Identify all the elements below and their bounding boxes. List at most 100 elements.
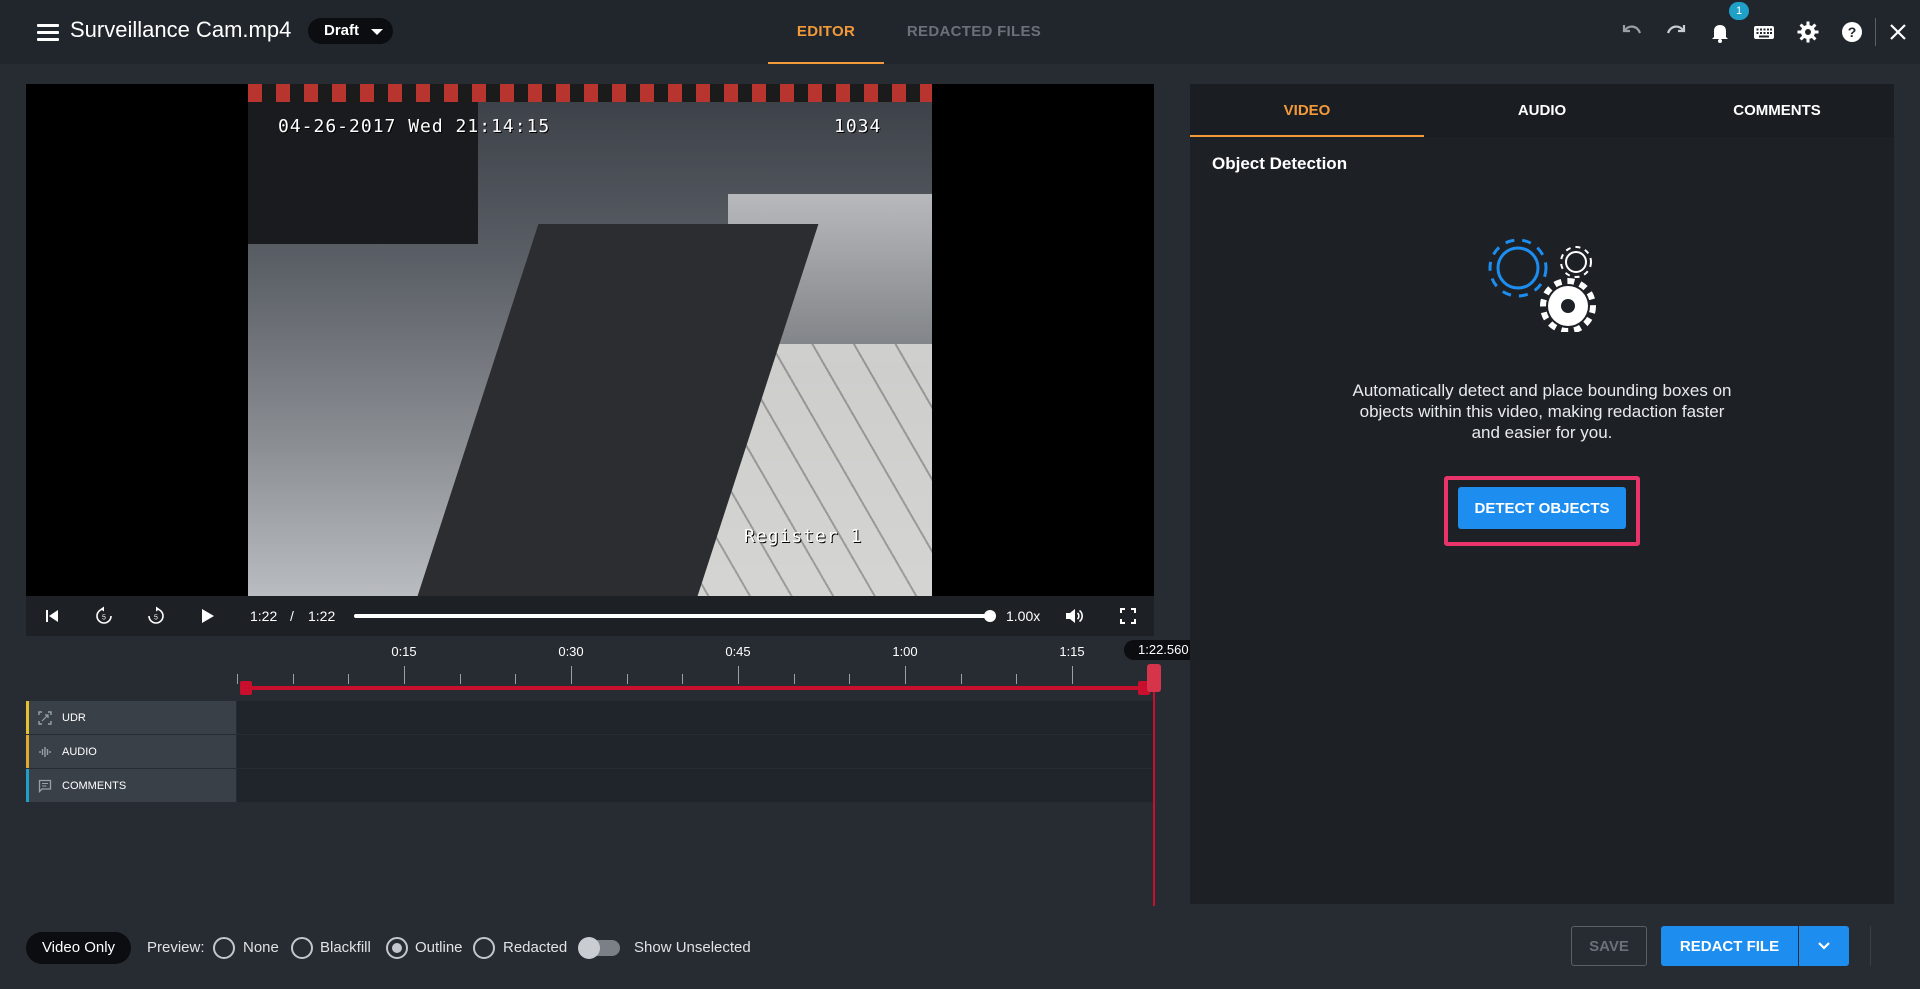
preview-radio-redacted[interactable] (473, 937, 495, 959)
udr-icon (38, 710, 52, 725)
video-scene-wall (248, 84, 478, 244)
track-accent (26, 769, 29, 802)
progress-bar[interactable] (354, 610, 996, 622)
detection-panel: VIDEO AUDIO COMMENTS Object Detection Au… (1190, 84, 1894, 904)
selection-range-bar[interactable] (242, 686, 1148, 690)
tab-redacted-files[interactable]: REDACTED FILES (900, 0, 1048, 64)
track-label-udr: UDR (26, 701, 236, 734)
timeline-tick (292, 674, 294, 684)
tab-editor[interactable]: EDITOR (768, 0, 884, 64)
playhead-line (1153, 668, 1155, 906)
play-icon[interactable] (196, 604, 220, 628)
redact-file-button[interactable]: REDACT FILE (1661, 926, 1798, 966)
timeline-tick (515, 674, 517, 684)
playback-speed[interactable]: 1.00x (1006, 608, 1040, 624)
file-title: Surveillance Cam.mp4 (70, 17, 292, 42)
track-body-audio[interactable] (237, 735, 1154, 768)
duration: 1:22 (308, 608, 336, 624)
tick-label-0-15: 0:15 (391, 644, 417, 659)
svg-text:5: 5 (154, 615, 158, 622)
timeline-tick (905, 666, 906, 684)
tick-label-1-15: 1:15 (1059, 644, 1085, 659)
redo-icon[interactable] (1662, 18, 1690, 46)
preview-radio-blackfill[interactable] (291, 937, 313, 959)
track-body-comments[interactable] (237, 769, 1154, 802)
track-accent (26, 701, 29, 734)
volume-icon[interactable] (1062, 604, 1086, 628)
video-overlay-camera: 1034 (834, 116, 882, 137)
track-udr[interactable]: UDR (26, 701, 1154, 735)
timeline-tick (348, 674, 350, 684)
timeline-ruler[interactable]: 0:15 0:30 0:45 1:00 1:15 (236, 644, 1154, 684)
track-label-text: AUDIO (62, 745, 97, 758)
close-icon[interactable] (1884, 18, 1912, 46)
timeline-tick (1016, 674, 1018, 684)
menu-icon[interactable] (34, 18, 62, 46)
video-player[interactable]: 04-26-2017 Wed 21:14:15 1034 Register 1 (26, 84, 1154, 596)
preview-label-redacted: Redacted (503, 939, 568, 956)
svg-text:5: 5 (102, 615, 106, 622)
comment-icon (38, 779, 52, 793)
range-start-handle[interactable] (240, 681, 252, 695)
status-label: Draft (324, 22, 360, 39)
skip-start-icon[interactable] (40, 604, 64, 628)
bell-icon[interactable] (1706, 18, 1734, 46)
timeline-tick (404, 666, 405, 684)
time-separator: / (290, 608, 294, 624)
undo-icon[interactable] (1618, 18, 1646, 46)
object-detection-gears-icon (1488, 238, 1596, 332)
video-only-pill[interactable]: Video Only (26, 932, 131, 964)
rewind-5-icon[interactable]: 5 (92, 604, 116, 628)
notification-badge: 1 (1729, 2, 1749, 20)
track-audio[interactable]: AUDIO (26, 735, 1154, 769)
detection-description: Automatically detect and place bounding … (1352, 381, 1732, 442)
detect-objects-button[interactable]: DETECT OBJECTS (1458, 487, 1626, 529)
app-header: Surveillance Cam.mp4 Draft EDITOR REDACT… (0, 0, 1920, 64)
panel-tab-audio[interactable]: AUDIO (1425, 84, 1659, 137)
track-accent (26, 735, 29, 768)
track-comments[interactable]: COMMENTS (26, 769, 1154, 803)
redact-options-dropdown[interactable] (1799, 926, 1849, 966)
preview-radio-outline[interactable] (386, 937, 408, 959)
preview-label-outline: Outline (415, 939, 463, 956)
tick-label-0-45: 0:45 (725, 644, 751, 659)
footer-separator (1870, 926, 1871, 966)
preview-radio-none[interactable] (213, 937, 235, 959)
gear-icon[interactable] (1794, 18, 1822, 46)
preview-label-blackfill: Blackfill (320, 939, 371, 956)
save-button[interactable]: SAVE (1571, 926, 1647, 966)
panel-tab-video[interactable]: VIDEO (1190, 84, 1424, 137)
track-label-comments: COMMENTS (26, 769, 236, 802)
player-controls: 5 5 1:22 / 1:22 1.00x (26, 596, 1154, 636)
show-unselected-label: Show Unselected (634, 939, 751, 956)
track-body-udr[interactable] (237, 701, 1154, 734)
preview-label-none: None (243, 939, 279, 956)
video-scene-menu-strip (248, 84, 932, 102)
current-time: 1:22 (250, 608, 278, 624)
timeline-tick (849, 674, 851, 684)
forward-5-icon[interactable]: 5 (144, 604, 168, 628)
timeline-tick (1072, 666, 1073, 684)
show-unselected-toggle[interactable] (578, 937, 620, 959)
playhead-handle[interactable] (1147, 664, 1161, 692)
progress-thumb[interactable] (984, 610, 996, 622)
track-label-text: COMMENTS (62, 779, 127, 792)
video-frame: 04-26-2017 Wed 21:14:15 1034 Register 1 (248, 84, 932, 596)
panel-tab-comments[interactable]: COMMENTS (1660, 84, 1894, 137)
fullscreen-icon[interactable] (1116, 604, 1140, 628)
status-dropdown[interactable]: Draft (308, 18, 394, 44)
svg-text:?: ? (1848, 24, 1857, 40)
track-label-audio: AUDIO (26, 735, 236, 768)
header-separator (1875, 18, 1876, 46)
progress-fill (354, 614, 990, 618)
timeline-tick (626, 674, 628, 684)
help-icon[interactable]: ? (1838, 18, 1866, 46)
timeline-tick (738, 666, 739, 684)
timeline-tick (237, 674, 238, 684)
timeline-tick (960, 674, 962, 684)
chevron-down-icon (1818, 942, 1830, 950)
preview-label: Preview: (147, 939, 205, 956)
caret-down-icon (371, 29, 384, 35)
video-overlay-timestamp: 04-26-2017 Wed 21:14:15 (278, 116, 551, 137)
keyboard-icon[interactable] (1750, 18, 1778, 46)
